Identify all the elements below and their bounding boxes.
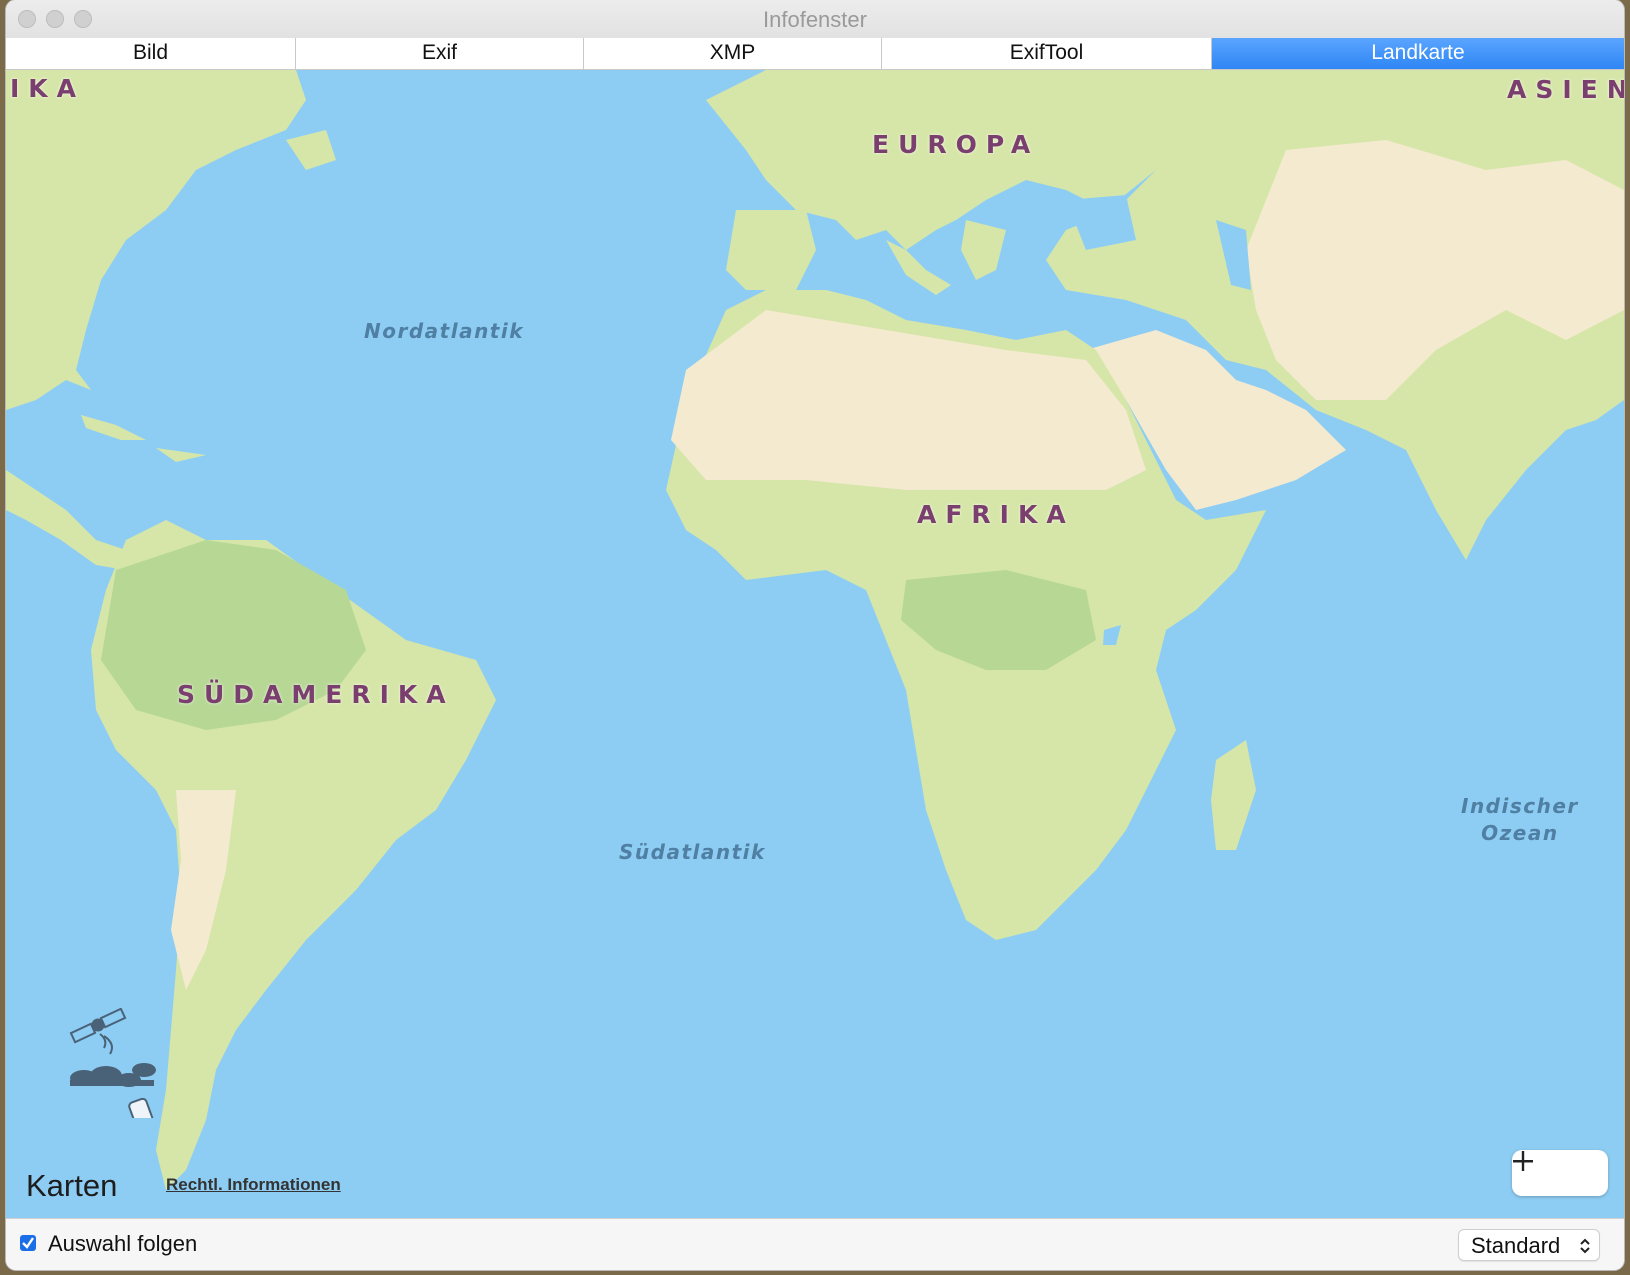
apple-maps-logo: Karten xyxy=(26,1168,118,1203)
ocean-label-nordatlantik: Nordatlantik xyxy=(364,319,525,343)
chevron-updown-icon xyxy=(1580,1238,1590,1254)
tab-xmp[interactable]: XMP xyxy=(584,38,882,69)
ocean-label-indischer-ozean: Indischer Ozean xyxy=(1461,794,1579,845)
zoom-control xyxy=(1512,1150,1608,1196)
follow-selection-checkbox[interactable] xyxy=(20,1235,36,1251)
tab-bar: Bild Exif XMP ExifTool Landkarte xyxy=(6,38,1624,70)
map-type-value: Standard xyxy=(1471,1233,1561,1258)
tab-landkarte[interactable]: Landkarte xyxy=(1212,38,1624,69)
zoom-in-button[interactable] xyxy=(1513,1150,1608,1196)
checkmark-icon xyxy=(22,1237,34,1249)
map-view[interactable]: IKA EUROPA ASIEN AFRIKA SÜDAMERIKA Norda… xyxy=(6,70,1624,1218)
follow-selection-label[interactable]: Auswahl folgen xyxy=(48,1231,197,1257)
continent-label-ika: IKA xyxy=(10,74,86,103)
legal-information-link[interactable]: Rechtl. Informationen xyxy=(166,1175,341,1195)
tab-bild[interactable]: Bild xyxy=(6,38,296,69)
continent-label-europa: EUROPA xyxy=(872,130,1040,159)
continent-label-afrika: AFRIKA xyxy=(917,500,1075,529)
title-bar[interactable]: Infofenster xyxy=(6,0,1624,39)
tab-exif[interactable]: Exif xyxy=(296,38,584,69)
tab-exiftool[interactable]: ExifTool xyxy=(882,38,1212,69)
window-title: Infofenster xyxy=(763,7,867,32)
info-window: Infofenster Bild Exif XMP ExifTool Landk… xyxy=(6,0,1624,1270)
bottom-toolbar: Auswahl folgen Standard xyxy=(6,1218,1624,1270)
continent-label-suedamerika: SÜDAMERIKA xyxy=(177,680,455,709)
plus-icon xyxy=(1513,1151,1533,1171)
ocean-label-suedatlantik: Südatlantik xyxy=(619,840,766,864)
north-america-landmass xyxy=(6,70,306,410)
satellite-clouds-icon xyxy=(69,1008,156,1118)
map-canvas xyxy=(6,70,1624,1190)
map-type-select[interactable]: Standard xyxy=(1458,1229,1600,1261)
continent-label-asien: ASIEN xyxy=(1507,75,1624,104)
